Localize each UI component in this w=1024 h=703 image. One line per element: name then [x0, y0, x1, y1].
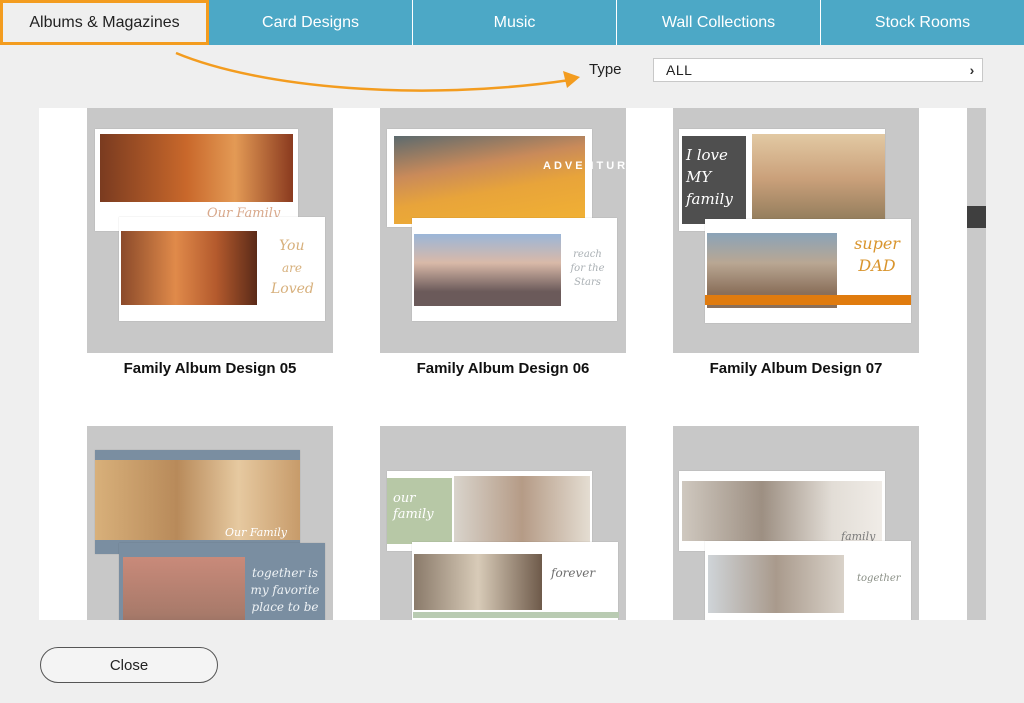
design-title: Family Album Design 07 — [709, 360, 883, 377]
design-thumbnail[interactable]: Our Family together is my favorite place… — [87, 426, 333, 620]
design-text: reach for the Stars — [570, 249, 605, 288]
photo — [414, 234, 561, 306]
design-card[interactable]: I love MY family super DAD Family Album … — [673, 108, 919, 377]
photo — [454, 476, 590, 546]
tab-wall-collections[interactable]: Wall Collections — [617, 0, 821, 45]
design-text: together is my favorite place to be — [250, 566, 320, 614]
design-text: Loved — [271, 281, 314, 297]
designs-panel: Our Family You are Loved Family Album De… — [39, 108, 967, 620]
photo — [752, 134, 885, 224]
design-text: together — [857, 573, 901, 584]
green-band — [413, 612, 619, 618]
design-thumbnail[interactable]: I love MY family super DAD — [673, 108, 919, 353]
type-label: Type — [589, 61, 622, 78]
design-text: are — [282, 261, 302, 275]
design-card[interactable]: Our Family together is my favorite place… — [87, 426, 333, 620]
design-text: ADVENTURE — [543, 159, 626, 173]
type-dropdown[interactable]: ALL › — [653, 58, 983, 82]
design-card[interactable]: family together — [673, 426, 919, 620]
tab-bar: Albums & Magazines Card Designs Music Wa… — [0, 0, 1024, 45]
photo — [414, 554, 542, 610]
tab-music[interactable]: Music — [413, 0, 617, 45]
design-card[interactable]: Our Family You are Loved Family Album De… — [87, 108, 333, 377]
design-title: Family Album Design 05 — [123, 360, 297, 377]
photo — [394, 136, 585, 224]
design-text: You — [279, 238, 305, 254]
chevron-right-icon: › — [969, 62, 975, 78]
design-text: I love MY family — [686, 146, 733, 208]
design-text: Our Family — [225, 526, 287, 539]
design-title: Family Album Design 06 — [416, 360, 590, 377]
type-dropdown-value: ALL — [666, 62, 693, 78]
design-card[interactable]: ADVENTURE reach for the Stars Family Alb… — [380, 108, 626, 377]
design-card[interactable]: our family forever — [380, 426, 626, 620]
photo — [121, 231, 257, 305]
scrollbar-thumb[interactable] — [967, 206, 986, 228]
design-thumbnail[interactable]: family together — [673, 426, 919, 620]
orange-band — [705, 295, 911, 305]
photo — [708, 555, 844, 613]
panel-scrollbar[interactable] — [967, 108, 986, 620]
design-thumbnail[interactable]: ADVENTURE reach for the Stars — [380, 108, 626, 353]
design-text: forever — [551, 566, 596, 580]
design-text: super DAD — [854, 234, 900, 275]
tab-stock-rooms[interactable]: Stock Rooms — [821, 0, 1024, 45]
design-thumbnail[interactable]: Our Family You are Loved — [87, 108, 333, 353]
design-thumbnail[interactable]: our family forever — [380, 426, 626, 620]
close-button[interactable]: Close — [40, 647, 218, 683]
photo — [100, 134, 293, 202]
design-text: our family — [393, 491, 434, 522]
tab-card-designs[interactable]: Card Designs — [209, 0, 413, 45]
photo — [123, 557, 245, 620]
tab-albums-magazines[interactable]: Albums & Magazines — [0, 0, 209, 45]
